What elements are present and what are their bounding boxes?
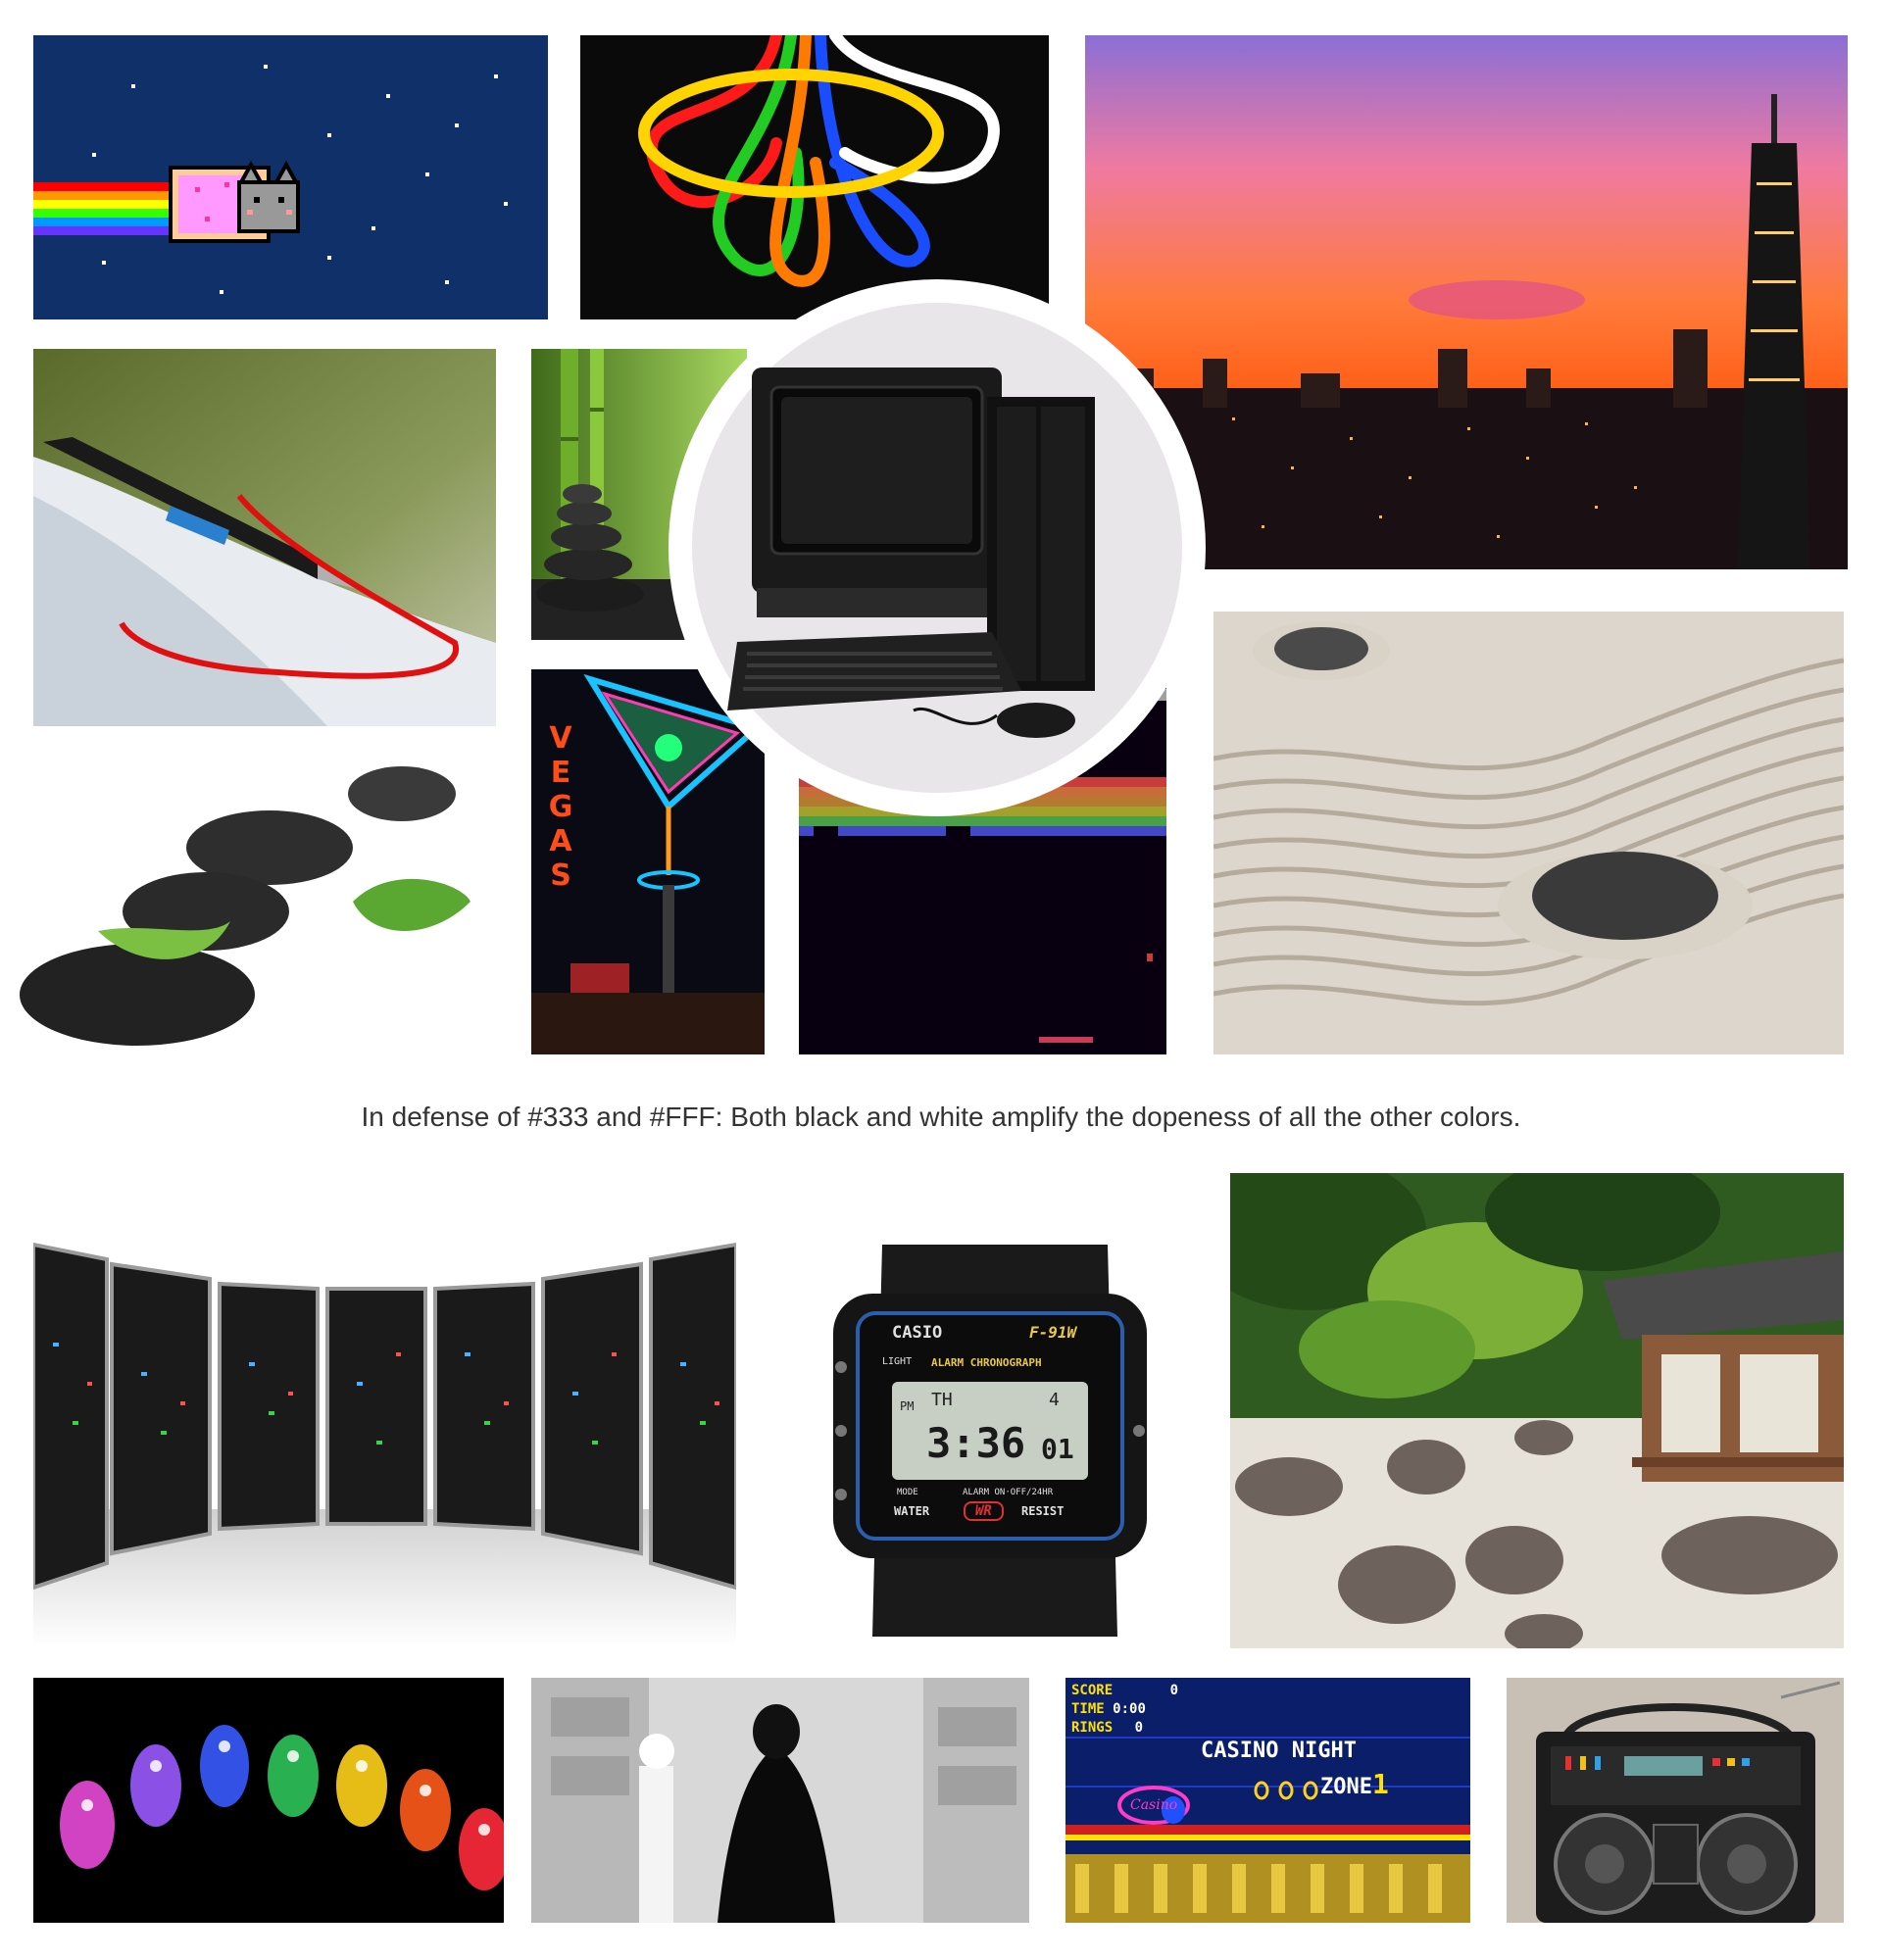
hud-time-label: TIME <box>1071 1701 1105 1717</box>
watch-model: F-91W <box>1029 1323 1077 1342</box>
watch-light-label: LIGHT <box>882 1356 913 1367</box>
zone-act-number: 1 <box>1371 1768 1389 1800</box>
hud-time-value: 0:00 <box>1113 1701 1146 1717</box>
neon-letter: E <box>551 756 571 790</box>
zen-sand-garden-image <box>1213 612 1844 1054</box>
server-racks-image <box>33 1225 736 1646</box>
watch-pm: PM <box>900 1399 915 1413</box>
hud-rings-label: RINGS <box>1071 1720 1114 1736</box>
neon-letter: G <box>549 790 573 824</box>
casino-sign: Casino <box>1130 1797 1178 1813</box>
hud-rings-value: 0 <box>1134 1720 1144 1736</box>
neon-letter: V <box>549 721 572 756</box>
watch-seconds: 01 <box>1041 1433 1074 1465</box>
japanese-rock-garden-image <box>1230 1173 1844 1648</box>
casio-watch-image: CASIO F-91W LIGHT ALARM CHRONOGRAPH PM T… <box>784 1225 1191 1646</box>
colored-leds-image <box>33 1678 504 1923</box>
zen-stones-leaves-image <box>20 755 500 1068</box>
neon-letter: A <box>549 824 572 858</box>
hud-score-label: SCORE <box>1071 1683 1114 1698</box>
watch-date: 4 <box>1049 1390 1060 1410</box>
watch-day: TH <box>931 1390 953 1410</box>
watch-alarm-label: ALARM ON·OFF/24HR <box>963 1488 1054 1497</box>
watch-water-label: WATER <box>894 1504 930 1518</box>
watch-brand: CASIO <box>892 1323 943 1343</box>
watch-band-label: ALARM CHRONOGRAPH <box>931 1356 1042 1369</box>
nyan-cat-image <box>33 35 548 319</box>
darth-vader-scene-image <box>531 1678 1029 1923</box>
neon-light-tubes-image <box>580 35 1049 319</box>
zone-title-line2: ZONE <box>1320 1775 1372 1799</box>
caption-text: In defense of #333 and #FFF: Both black … <box>361 1102 1521 1132</box>
watch-mode-label: MODE <box>897 1488 918 1497</box>
watch-time: 3:36 <box>926 1419 1026 1467</box>
boombox-image <box>1507 1678 1844 1923</box>
zone-title-line1: CASINO NIGHT <box>1201 1739 1357 1763</box>
casino-night-zone-game-image: SCORE 0 TIME 0:00 RINGS 0 CASINO NIGHT Z… <box>1065 1678 1470 1923</box>
watch-wr-badge: WR <box>964 1501 1004 1521</box>
fountain-pen-image <box>33 349 496 726</box>
retro-computer-image <box>669 279 1206 816</box>
neon-letter: S <box>550 858 571 893</box>
hud-score-value: 0 <box>1169 1683 1179 1698</box>
watch-resist-label: RESIST <box>1021 1504 1065 1518</box>
